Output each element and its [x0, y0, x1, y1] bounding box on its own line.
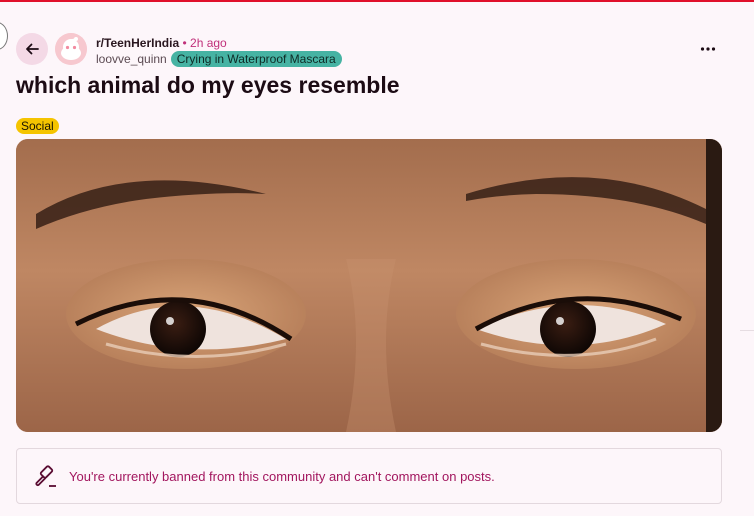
edge-radio-control[interactable] — [0, 22, 8, 50]
top-accent-rule — [0, 0, 754, 2]
gavel-icon — [35, 465, 56, 487]
community-avatar[interactable] — [55, 33, 87, 65]
eyes-photo — [16, 139, 722, 432]
snoo-avatar-icon — [55, 33, 87, 65]
banned-notice-text: You're currently banned from this commun… — [69, 468, 495, 484]
post-time: • 2h ago — [182, 36, 227, 50]
more-horizontal-icon — [700, 47, 716, 51]
post-meta: r/TeenHerIndia • 2h ago loovve_quinn Cry… — [96, 36, 342, 67]
back-button[interactable] — [16, 33, 48, 65]
arrow-left-icon — [26, 43, 39, 55]
post-flair-badge[interactable]: Social — [16, 118, 59, 134]
post-time-value: 2h ago — [190, 36, 227, 50]
community-name-link[interactable]: r/TeenHerIndia — [96, 36, 179, 50]
user-flair-badge: Crying in Waterproof Mascara — [170, 51, 342, 67]
banned-notice: You're currently banned from this commun… — [16, 448, 722, 504]
post-title: which animal do my eyes resemble — [16, 72, 400, 98]
post-header: r/TeenHerIndia • 2h ago loovve_quinn Cry… — [16, 33, 726, 67]
right-divider — [740, 330, 754, 331]
post-image[interactable] — [16, 139, 722, 432]
more-options-button[interactable] — [698, 41, 718, 57]
author-username[interactable]: loovve_quinn — [96, 52, 167, 66]
